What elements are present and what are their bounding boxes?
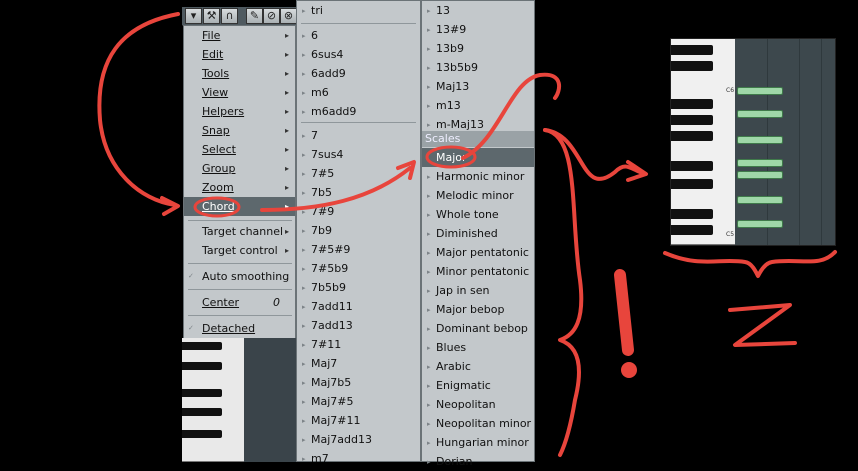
annotation-circle-chord <box>193 196 241 218</box>
annotation-arrow-curve <box>97 12 180 207</box>
annotation-exclamation-bar <box>614 269 634 356</box>
annotation-arrow-to-scales <box>260 166 412 212</box>
annotation-letter-z <box>728 303 797 347</box>
annotation-overlay: ! Z <box>97 12 837 457</box>
annotation-arrow-swirl <box>461 72 562 160</box>
annotation-brace <box>543 128 584 457</box>
annotation-underbrace <box>663 250 837 278</box>
annotation-exclamation-dot <box>621 362 637 378</box>
